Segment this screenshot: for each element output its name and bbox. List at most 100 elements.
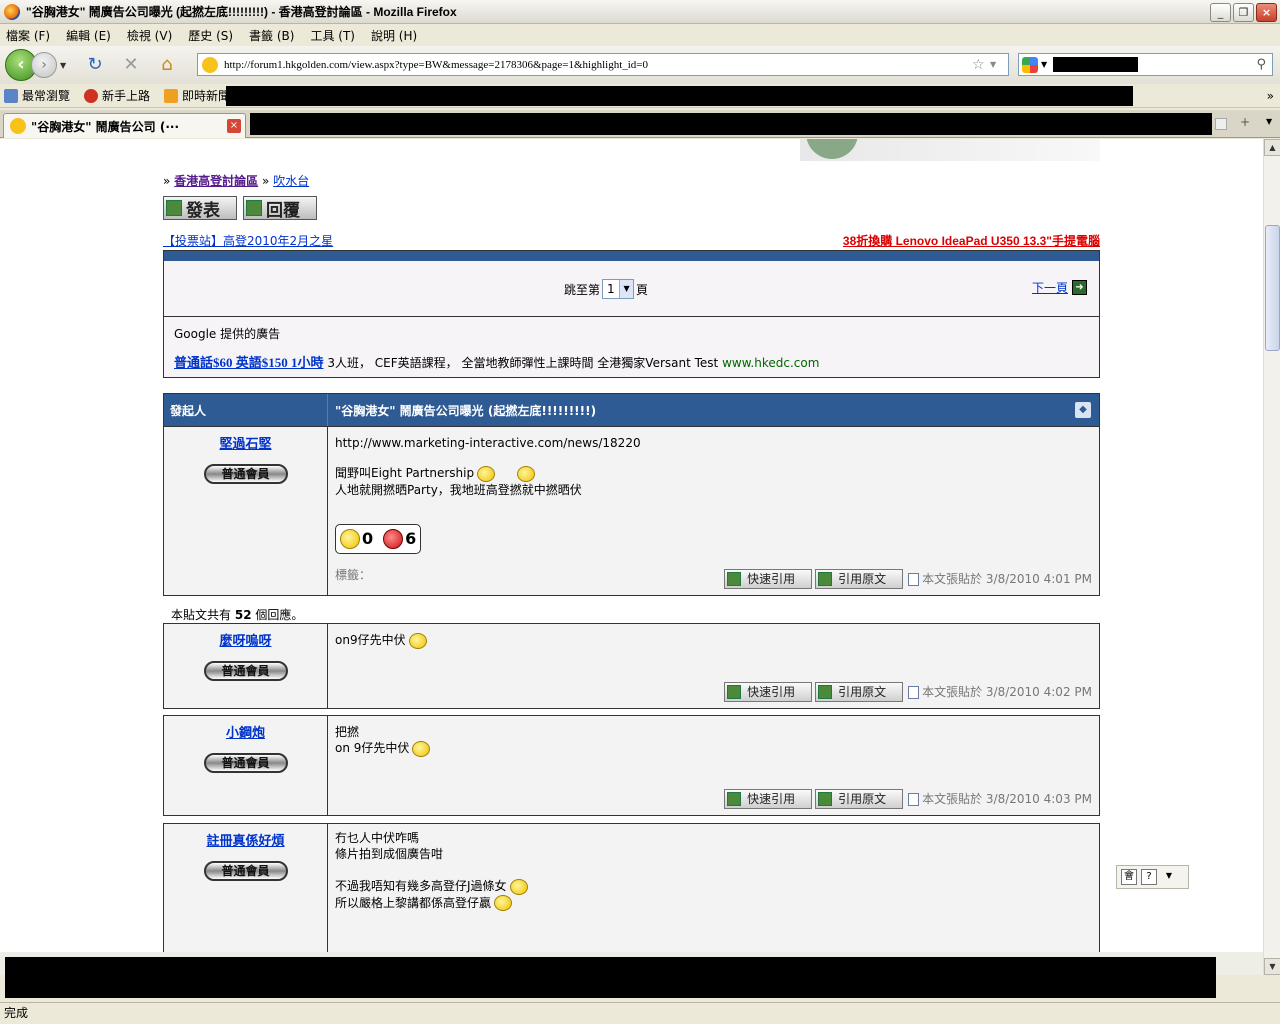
url-dropdown-icon[interactable]: ▼: [990, 60, 1008, 69]
bookmark-latest-news[interactable]: 即時新聞: [164, 87, 230, 104]
url-text[interactable]: http://forum1.hkgolden.com/view.aspx?typ…: [224, 59, 972, 71]
smiley-icon: [412, 740, 431, 757]
search-icon[interactable]: ⚲: [1256, 57, 1266, 72]
post-line: on9仔先中伏: [335, 633, 406, 647]
post-actions: 快速引用 引用原文 本文張貼於 3/8/2010 4:02 PM: [724, 682, 1092, 702]
tab-thread[interactable]: "谷胸港女" 鬧廣告公司 (··· ×: [3, 113, 246, 138]
post-author-panel: 小鋼炮 普通會員: [164, 716, 328, 815]
thumbs-up-icon[interactable]: [340, 528, 360, 549]
smiley-icon: [517, 465, 536, 482]
menu-history[interactable]: 歷史 (S): [188, 27, 233, 44]
reply-post: 註冊真係好煩 普通會員 冇乜人中伏咋嗎 條片拍到成個廣告咁 不過我唔知有幾多高登…: [163, 823, 1100, 952]
home-icon[interactable]: ⌂: [154, 52, 180, 78]
arrow-right-icon[interactable]: ➜: [1072, 280, 1087, 295]
quote-button[interactable]: 引用原文: [815, 789, 904, 809]
lenovo-ad-link[interactable]: 38折換購 Lenovo IdeaPad U350 13.3"手提電腦: [843, 232, 1100, 249]
tab-overflow-icon[interactable]: [1215, 118, 1227, 130]
pager-box: 跳至第 1 ▼ 頁 下一頁 ➜ Google 提供的廣告 普通話$60 英語$15…: [163, 250, 1100, 378]
pager-row: 跳至第 1 ▼ 頁 下一頁 ➜: [164, 261, 1099, 317]
bookmark-getting-started[interactable]: 新手上路: [84, 87, 150, 104]
scroll-down-icon[interactable]: ▼: [1264, 958, 1280, 975]
quick-quote-button[interactable]: 快速引用: [724, 789, 813, 809]
redacted-search-text: [1053, 57, 1138, 72]
bad-count: 6: [405, 528, 417, 548]
post-author-panel: 註冊真係好煩 普通會員: [164, 824, 328, 952]
stop-icon[interactable]: ✕: [118, 52, 144, 78]
vertical-scrollbar[interactable]: ▲ ▼: [1263, 139, 1280, 975]
quote-button[interactable]: 引用原文: [815, 682, 904, 702]
header-banner: [800, 139, 1100, 161]
author-link[interactable]: 小鋼炮: [226, 722, 265, 741]
member-rank-badge: 普通會員: [203, 464, 288, 484]
help-icon[interactable]: ?: [1141, 869, 1157, 885]
minimize-button[interactable]: _: [1210, 3, 1231, 22]
thumbs-down-icon[interactable]: [383, 528, 404, 549]
maximize-button[interactable]: ❐: [1233, 3, 1254, 22]
ad-link[interactable]: 普通話$60 英語$150 1小時: [174, 355, 324, 370]
new-post-button[interactable]: 發表: [163, 196, 237, 221]
bookmark-most-visited[interactable]: 最常瀏覽: [4, 87, 70, 104]
author-link[interactable]: 註冊真係好煩: [206, 830, 284, 849]
smiley-icon: [509, 878, 528, 895]
member-rank-badge: 普通會員: [203, 753, 288, 773]
next-page-link[interactable]: 下一頁: [1032, 279, 1068, 296]
breadcrumb-board-link[interactable]: 吹水台: [273, 174, 309, 188]
bookmark-star-icon[interactable]: ☆: [972, 57, 990, 73]
dictionary-icon[interactable]: 會: [1121, 869, 1137, 885]
toolbar-dropdown-icon[interactable]: ▼: [1161, 869, 1177, 885]
ad-url[interactable]: www.hkedc.com: [722, 356, 819, 370]
post-body: on9仔先中伏 快速引用 引用原文 本文張貼於 3/8/2010 4:02 PM: [328, 624, 1099, 708]
ads-label: Google 提供的廣告: [174, 327, 281, 341]
menu-edit[interactable]: 編輯 (E): [66, 27, 111, 44]
opening-post: 堅過石堅 普通會員 http://www.marketing-interacti…: [163, 426, 1100, 596]
thread-title: "谷胸港女" 鬧廣告公司曝光 (起撚左底!!!!!!!!!): [335, 403, 597, 418]
post-timestamp: 本文張貼於 3/8/2010 4:02 PM: [922, 685, 1092, 699]
quick-quote-icon: [727, 792, 742, 806]
menu-view[interactable]: 檢視 (V): [127, 27, 172, 44]
document-icon: [908, 572, 920, 586]
ad-text: 3人班， CEF英語課程， 全當地教師彈性上課時間 全港獨家Versant Te…: [327, 356, 719, 370]
thread-table: 發起人 "谷胸港女" 鬧廣告公司曝光 (起撚左底!!!!!!!!!) ◆ 堅過石…: [163, 393, 1100, 596]
post-link-text[interactable]: http://www.marketing-interactive.com/new…: [335, 435, 1092, 451]
page-select[interactable]: 1 ▼: [602, 279, 635, 299]
quote-icon: [818, 572, 833, 586]
author-link[interactable]: 麼呀嗚呀: [219, 630, 271, 649]
tab-list-icon[interactable]: ▼: [1266, 117, 1272, 126]
quick-quote-button[interactable]: 快速引用: [724, 682, 813, 702]
post-actions: 快速引用 引用原文 本文張貼於 3/8/2010 4:03 PM: [724, 789, 1092, 809]
quick-quote-button[interactable]: 快速引用: [724, 569, 813, 589]
url-bar[interactable]: http://forum1.hkgolden.com/view.aspx?typ…: [197, 53, 1009, 76]
scroll-thumb[interactable]: [1265, 225, 1280, 351]
breadcrumb-forum-link[interactable]: 香港高登討論區: [174, 174, 258, 188]
google-icon[interactable]: [1022, 56, 1038, 73]
tab-close-icon[interactable]: ×: [227, 119, 241, 133]
menu-tools[interactable]: 工具 (T): [310, 27, 355, 44]
status-bar: 完成: [0, 1002, 1280, 1024]
banner-cup-icon: [806, 139, 858, 159]
tab-label: "谷胸港女" 鬧廣告公司 (···: [31, 119, 180, 134]
history-dropdown-icon[interactable]: ▼: [60, 61, 72, 70]
post-body: 把撚 on 9仔先中伏 快速引用 引用原文 本文張貼於 3/8/2010 4:0…: [328, 716, 1099, 815]
quote-button[interactable]: 引用原文: [815, 569, 904, 589]
menu-help[interactable]: 說明 (H): [371, 27, 417, 44]
close-window-button[interactable]: ×: [1256, 3, 1277, 22]
rss-icon: [164, 88, 179, 103]
post-line: 所以嚴格上黎講都係高登仔贏: [335, 895, 492, 910]
reply-button[interactable]: 回覆: [243, 196, 317, 221]
reload-icon[interactable]: ↻: [82, 52, 108, 78]
post-actions: 快速引用 引用原文 本文張貼於 3/8/2010 4:01 PM: [724, 569, 1092, 589]
vote-link[interactable]: 【投票站】高登2010年2月之星: [163, 232, 333, 249]
document-icon: [908, 685, 920, 699]
new-tab-icon[interactable]: +: [1240, 115, 1250, 129]
bookmarks-overflow-icon[interactable]: »: [1267, 89, 1274, 103]
menu-bookmarks[interactable]: 書籤 (B): [249, 27, 294, 44]
author-link[interactable]: 堅過石堅: [219, 433, 271, 452]
post-line: 人地就開撚晒Party，我地班高登撚就中撚晒伏: [335, 482, 582, 497]
menu-file[interactable]: 檔案 (F): [6, 27, 50, 44]
tag-icon[interactable]: ◆: [1075, 402, 1091, 418]
search-engine-dropdown-icon[interactable]: ▼: [1041, 60, 1047, 69]
redacted-bookmarks: [226, 86, 1133, 106]
forward-button[interactable]: ›: [31, 52, 57, 78]
scroll-up-icon[interactable]: ▲: [1264, 139, 1280, 156]
